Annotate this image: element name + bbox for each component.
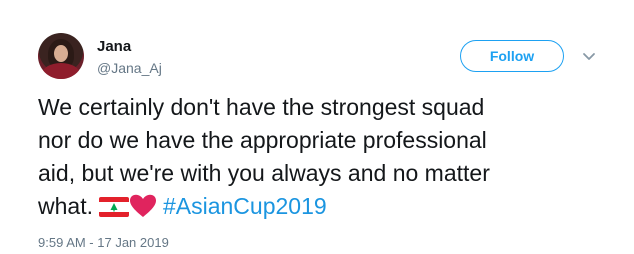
tweet-text-line: We certainly don't have the strongest sq… xyxy=(38,94,485,120)
tweet-text: We certainly don't have the strongest sq… xyxy=(38,91,598,223)
tweet-timestamp[interactable]: 9:59 AM - 17 Jan 2019 xyxy=(38,235,169,250)
red-heart-icon xyxy=(129,194,156,217)
avatar[interactable] xyxy=(38,33,84,79)
avatar-body xyxy=(42,63,80,79)
avatar-face xyxy=(54,45,68,62)
tweet-text-line-last: what. #AsianCup2019 xyxy=(38,190,598,223)
tweet-card: Jana @Jana_Aj Follow We certainly don't … xyxy=(0,0,634,254)
tweet-text-line: aid, but we're with you always and no ma… xyxy=(38,160,490,186)
user-display-name[interactable]: Jana xyxy=(97,38,131,55)
user-handle[interactable]: @Jana_Aj xyxy=(97,60,162,76)
hashtag-link[interactable]: #AsianCup2019 xyxy=(163,193,327,219)
tweet-text-fragment: what. xyxy=(38,193,93,219)
lebanon-flag-icon xyxy=(98,197,129,217)
tweet-text-line: nor do we have the appropriate professio… xyxy=(38,127,487,153)
chevron-down-icon[interactable] xyxy=(581,48,597,64)
follow-button[interactable]: Follow xyxy=(460,40,564,72)
